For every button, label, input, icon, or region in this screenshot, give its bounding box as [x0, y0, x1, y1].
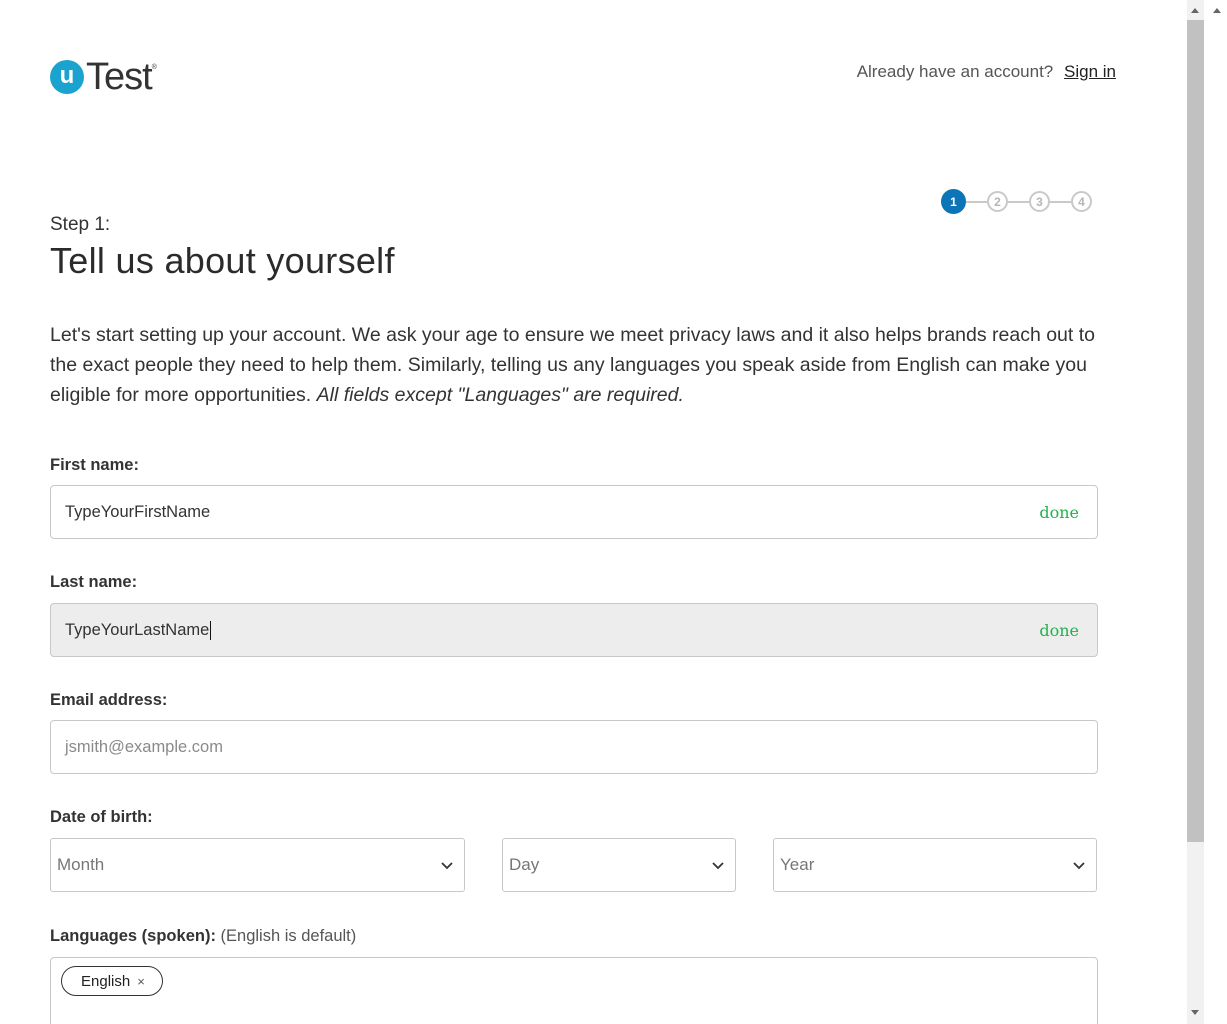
account-prompt-text: Already have an account? — [856, 62, 1054, 81]
text-caret — [210, 620, 212, 640]
first-name-label: First name: — [50, 456, 139, 474]
utest-logo[interactable]: u Test ® — [50, 58, 157, 96]
languages-input[interactable]: English × — [50, 957, 1098, 1024]
close-icon[interactable]: × — [137, 974, 145, 989]
email-placeholder: jsmith@example.com — [65, 737, 223, 756]
dob-month-select[interactable]: Month — [50, 838, 465, 892]
scroll-down-arrow-icon[interactable] — [1190, 1009, 1200, 1017]
step-4-indicator: 4 — [1071, 191, 1092, 212]
account-prompt-row: Already have an account? Sign in — [857, 62, 1116, 82]
logo-registered-mark: ® — [151, 64, 157, 71]
last-name-done-indicator: done — [1039, 621, 1079, 640]
dob-year-select[interactable]: Year — [773, 838, 1097, 892]
page-scrollbar[interactable] — [1185, 0, 1227, 1024]
first-name-value: TypeYourFirstName — [65, 502, 211, 521]
step-1-indicator: 1 — [941, 189, 966, 214]
year-select-value: Year — [780, 855, 815, 874]
chevron-down-icon — [1073, 862, 1085, 870]
step-2-indicator: 2 — [987, 191, 1008, 212]
month-select-value: Month — [57, 855, 105, 874]
logo-letter: u — [59, 62, 75, 89]
dob-label: Date of birth: — [50, 808, 153, 826]
step-connector — [1008, 200, 1029, 203]
languages-label-row: Languages (spoken): (English is default) — [50, 927, 356, 946]
logo-text: Test — [86, 56, 153, 98]
chevron-down-icon — [712, 862, 724, 870]
step-label: Step 1: — [50, 214, 111, 235]
chevron-down-icon — [441, 862, 453, 870]
intro-paragraph: Let's start setting up your account. We … — [50, 320, 1110, 410]
email-input[interactable]: jsmith@example.com — [50, 720, 1098, 774]
page-title: Tell us about yourself — [50, 240, 395, 281]
scrollbar-thumb[interactable] — [1187, 20, 1204, 842]
step-connector — [966, 200, 987, 203]
languages-hint: (English is default) — [220, 927, 357, 945]
step-connector — [1050, 200, 1071, 203]
language-tag-label: English — [81, 972, 131, 990]
scroll-up-arrow-icon[interactable] — [1190, 6, 1200, 14]
sign-in-link[interactable]: Sign in — [1064, 62, 1116, 81]
day-select-value: Day — [509, 855, 540, 874]
last-name-label: Last name: — [50, 573, 138, 591]
languages-label: Languages (spoken): — [50, 927, 216, 945]
signup-page: u Test ® Already have an account? Sign i… — [0, 0, 1185, 1024]
progress-stepper: 1 2 3 4 — [941, 189, 1092, 214]
last-name-value: TypeYourLastName — [65, 620, 210, 639]
required-note: All fields except "Languages" are requir… — [316, 384, 684, 406]
first-name-done-indicator: done — [1039, 503, 1079, 522]
last-name-input[interactable]: TypeYourLastName done — [50, 603, 1098, 657]
dob-day-select[interactable]: Day — [502, 838, 736, 892]
logo-circle-icon: u — [50, 60, 84, 94]
scroll-up-arrow-icon[interactable] — [1212, 6, 1222, 14]
email-label: Email address: — [50, 691, 168, 709]
language-tag-english: English × — [61, 966, 163, 996]
first-name-input[interactable]: TypeYourFirstName done — [50, 485, 1098, 539]
step-3-indicator: 3 — [1029, 191, 1050, 212]
